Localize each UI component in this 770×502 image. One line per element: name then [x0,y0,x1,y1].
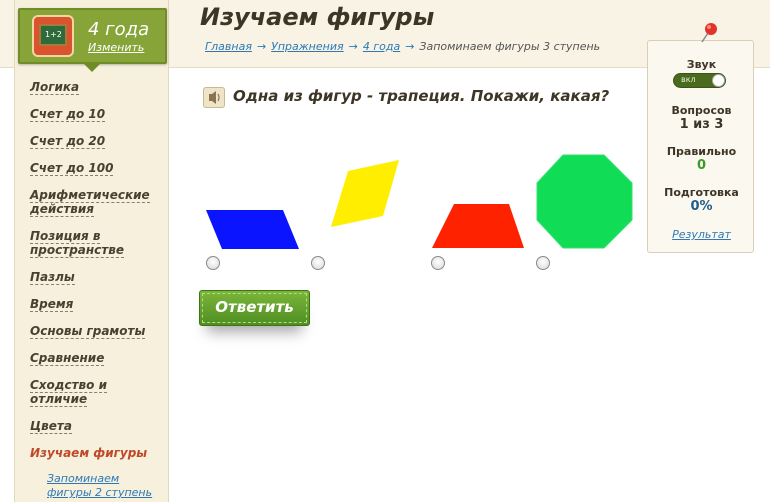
correct-value: 0 [696,158,707,173]
rhombus-shape[interactable] [331,160,399,227]
sound-label: Звук [686,58,717,71]
answer-radio-3[interactable] [431,256,445,270]
progress-value: 0% [690,199,713,214]
stats-panel: Звук вкл Вопросов 1 из 3 Правильно 0 Под… [647,40,754,253]
octagon-shape[interactable] [536,154,633,249]
questions-label: Вопросов [671,104,732,117]
pushpin-icon [701,23,717,43]
answer-radio-2[interactable] [311,256,325,270]
correct-label: Правильно [666,145,737,158]
answer-button[interactable]: Ответить [199,290,310,326]
result-link[interactable]: Результат [648,228,755,241]
sound-toggle-text: вкл [681,75,696,84]
toggle-knob [712,74,725,87]
trapezoid-shape[interactable] [432,204,524,248]
answer-radio-4[interactable] [536,256,550,270]
progress-label: Подготовка [664,186,739,199]
questions-value: 1 из 3 [679,117,724,132]
answer-radio-1[interactable] [206,256,220,270]
sound-toggle[interactable]: вкл [673,73,726,88]
parallelogram-shape[interactable] [206,210,299,249]
